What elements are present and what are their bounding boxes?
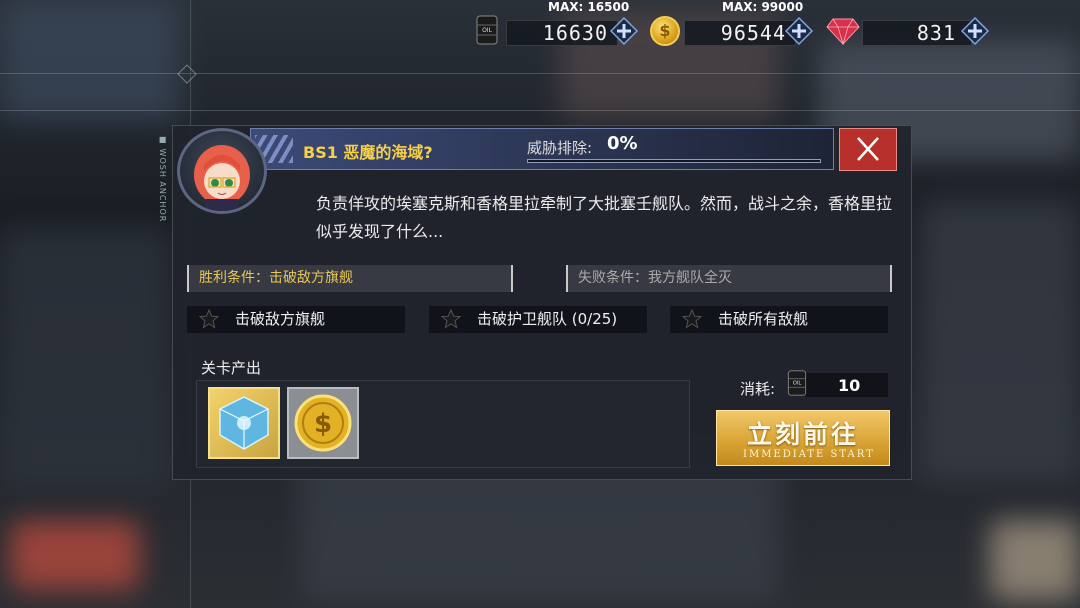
cost-value: 10 (838, 376, 861, 395)
blue-cube-icon (219, 396, 269, 450)
close-icon (857, 137, 879, 161)
drop-item-cube[interactable] (208, 387, 280, 459)
objective-item: 击破护卫舰队 (0/25) (429, 306, 647, 333)
avatar (194, 145, 250, 211)
oil-resource: OIL MAX: 16500 16630 (472, 0, 642, 50)
threat-value: 0% (607, 133, 638, 154)
start-button-label: 立刻前往 (747, 420, 860, 449)
coin-max: MAX: 99000 (722, 0, 804, 14)
star-icon (682, 309, 702, 329)
objective-label: 击破所有敌舰 (718, 310, 809, 328)
gem-resource: 831 (826, 10, 996, 50)
star-icon (441, 309, 461, 329)
start-button-sublabel: IMMEDIATE START (743, 449, 875, 460)
coin-resource: $ MAX: 99000 96544 (650, 0, 820, 50)
oil-value: 16630 (542, 21, 608, 45)
victory-condition: 胜利条件：击破敌方旗舰 (187, 265, 513, 292)
coin-value: 96544 (720, 21, 786, 45)
immediate-start-button[interactable]: 立刻前往 IMMEDIATE START (716, 410, 890, 466)
svg-text:OIL: OIL (793, 381, 802, 387)
defeat-condition: 失败条件：我方舰队全灭 (566, 265, 892, 292)
drops-title: 关卡产出 (201, 359, 262, 377)
star-icon (199, 309, 219, 329)
add-oil-button[interactable] (609, 16, 639, 46)
stage-title: BS1 恶魔的海域? (303, 143, 433, 162)
gold-coin-icon: $ (294, 394, 352, 452)
add-coins-button[interactable] (784, 16, 814, 46)
cost-label: 消耗: (740, 380, 776, 398)
threat-progress-bar (527, 159, 821, 163)
oil-barrel-icon: OIL (787, 370, 807, 396)
stage-title-bar: BS1 恶魔的海域? 威胁排除: 0% (250, 128, 834, 170)
oil-barrel-icon: OIL (476, 15, 498, 45)
drop-item-coins[interactable]: $ (287, 387, 359, 459)
side-caption: ■ WOSH ANCHOR (158, 135, 167, 223)
objective-label: 击破敌方旗舰 (235, 310, 326, 328)
objective-item: 击破敌方旗舰 (187, 306, 405, 333)
svg-text:OIL: OIL (482, 27, 492, 34)
close-button[interactable] (839, 128, 897, 171)
objective-item: 击破所有敌舰 (670, 306, 888, 333)
red-gem-icon (826, 18, 860, 46)
svg-text:$: $ (314, 409, 332, 439)
objective-label: 击破护卫舰队 (0/25) (477, 310, 618, 328)
add-gems-button[interactable] (960, 16, 990, 46)
stage-description: 负责佯攻的埃塞克斯和香格里拉牵制了大批塞壬舰队。然而，战斗之余，香格里拉似乎发现… (316, 194, 893, 241)
oil-max: MAX: 16500 (548, 0, 630, 14)
threat-label: 威胁排除: (527, 139, 593, 157)
gold-coin-icon: $ (650, 16, 680, 46)
gem-value: 831 (916, 21, 956, 45)
commander-portrait (177, 128, 267, 214)
